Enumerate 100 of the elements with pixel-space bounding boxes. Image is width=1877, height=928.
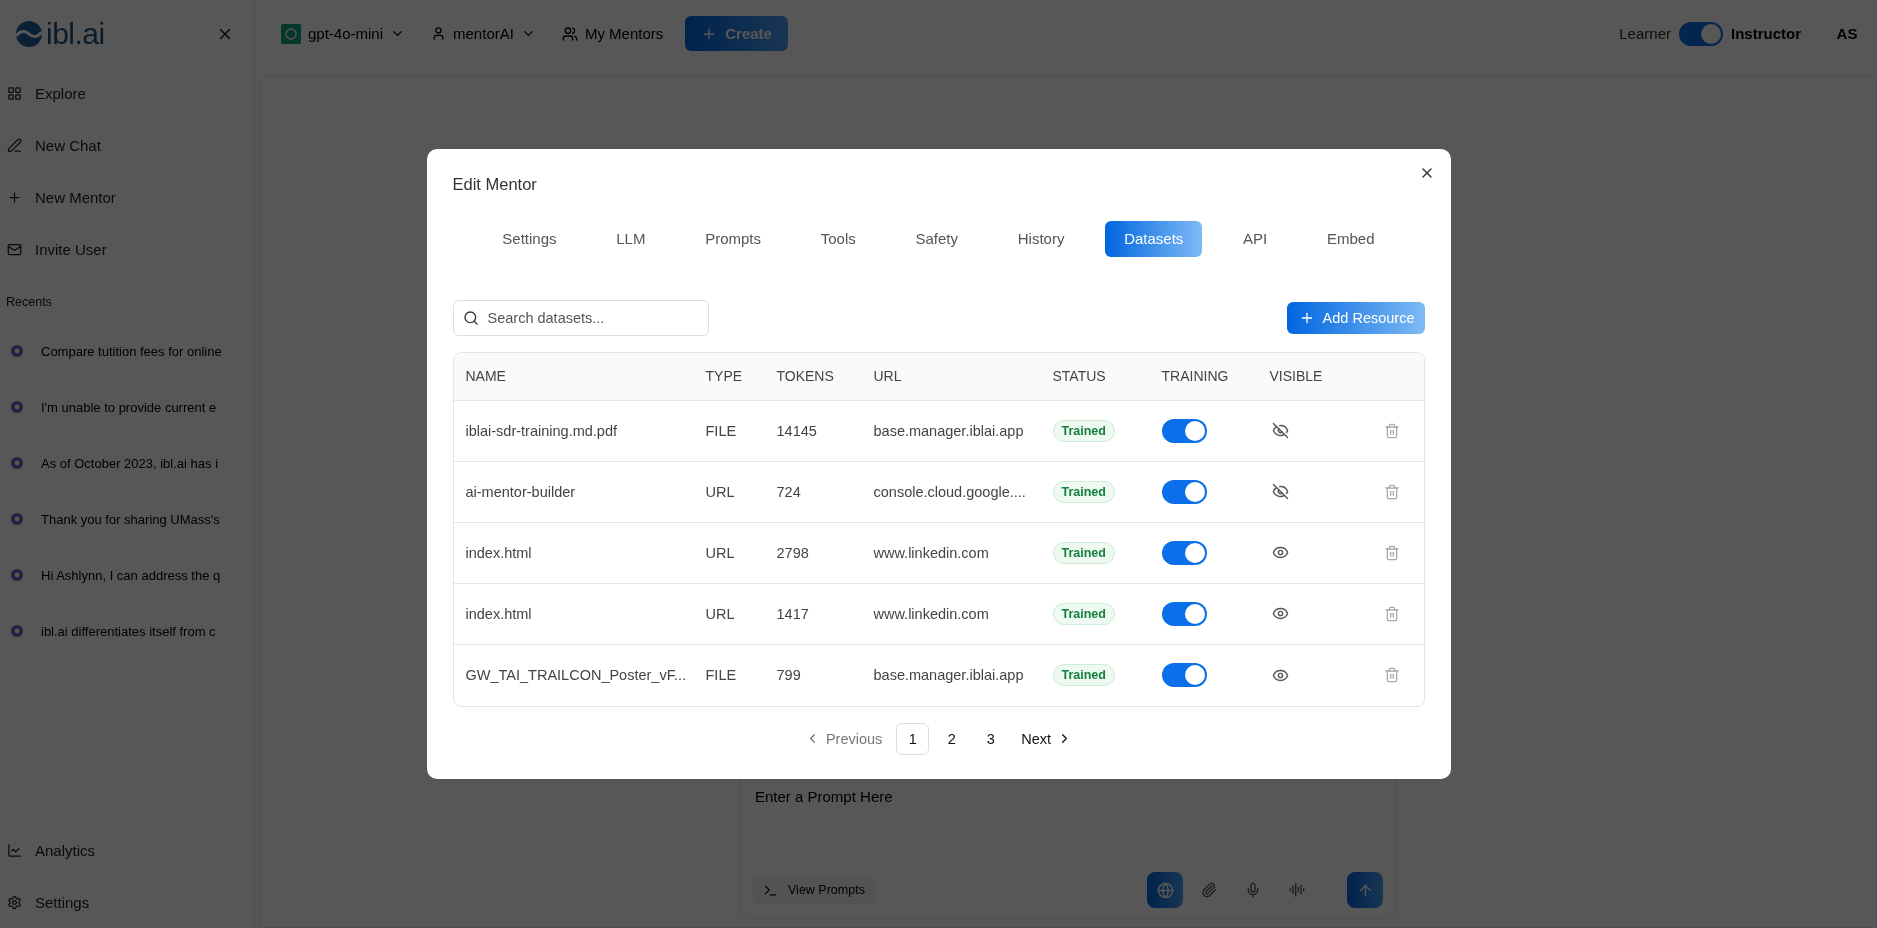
table-cell-text: ai-mentor-builder bbox=[464, 483, 577, 500]
next-page-link[interactable]: Next bbox=[1013, 724, 1081, 753]
delete-icon[interactable] bbox=[1383, 544, 1400, 561]
column-header: VISIBLE bbox=[1268, 368, 1324, 384]
status-badge: Trained bbox=[1052, 541, 1115, 564]
table-cell-text: GW_TAI_TRAILCON_Poster_vF... bbox=[464, 667, 687, 683]
line-chart-icon bbox=[7, 842, 22, 858]
logo-icon bbox=[14, 18, 44, 49]
table-cell-text: URL bbox=[704, 605, 736, 622]
chat-avatar-icon bbox=[10, 456, 24, 470]
recent-chat-item[interactable]: Hi Ashlynn, I can address the q bbox=[0, 547, 254, 603]
recent-chat-item[interactable]: Thank you for sharing UMass's bbox=[0, 491, 254, 547]
paperclip-icon bbox=[1201, 882, 1217, 898]
column-header: TYPE bbox=[704, 368, 744, 384]
settings-icon bbox=[7, 894, 22, 910]
sidebar-item[interactable]: Invite User bbox=[0, 223, 254, 275]
logo: ibl.ai bbox=[14, 16, 105, 51]
tab[interactable]: Safety bbox=[896, 220, 978, 257]
tab[interactable]: Prompts bbox=[686, 220, 781, 257]
status-badge: Trained bbox=[1052, 664, 1115, 686]
search-icon bbox=[462, 309, 479, 326]
table-cell-text: iblai-sdr-training.md.pdf bbox=[464, 422, 618, 439]
mentor-selector[interactable]: mentorAI bbox=[423, 19, 544, 48]
table-cell-text: www.linkedin.com bbox=[872, 544, 990, 561]
training-toggle[interactable] bbox=[1161, 418, 1207, 443]
previous-page-link[interactable]: Previous bbox=[796, 724, 891, 753]
status-badge: Trained bbox=[1052, 419, 1115, 442]
tab[interactable]: Datasets bbox=[1105, 220, 1203, 257]
plus-icon bbox=[7, 189, 22, 205]
recent-chat-item[interactable]: As of October 2023, ibl.ai has i bbox=[0, 435, 254, 491]
delete-icon[interactable] bbox=[1383, 483, 1400, 500]
tab[interactable]: LLM bbox=[597, 220, 665, 257]
training-toggle[interactable] bbox=[1161, 540, 1207, 565]
recent-chat-item[interactable]: ibl.ai differentiates itself from c bbox=[0, 603, 254, 659]
delete-icon[interactable] bbox=[1383, 422, 1400, 439]
terminal-icon bbox=[763, 882, 778, 898]
column-header: NAME bbox=[464, 368, 507, 384]
training-toggle[interactable] bbox=[1161, 601, 1207, 626]
table-cell-text: www.linkedin.com bbox=[872, 605, 990, 622]
sidebar-item[interactable]: New Chat bbox=[0, 119, 254, 171]
recent-chat-item[interactable]: I'm unable to provide current e bbox=[0, 379, 254, 435]
search-field[interactable]: Search datasets... bbox=[452, 299, 709, 336]
eye-off-icon[interactable] bbox=[1271, 483, 1289, 500]
users-icon bbox=[561, 25, 578, 42]
tab[interactable]: Tools bbox=[801, 220, 875, 257]
chat-avatar-icon bbox=[10, 400, 24, 414]
my-mentors-button[interactable]: My Mentors bbox=[553, 19, 672, 48]
eye-icon[interactable] bbox=[1271, 544, 1289, 561]
chat-avatar-icon bbox=[10, 624, 24, 638]
table-cell-text: FILE bbox=[704, 667, 738, 683]
send-button[interactable] bbox=[1347, 872, 1383, 908]
table-cell-text: 724 bbox=[775, 483, 802, 500]
table-cell-text: base.manager.iblai.app bbox=[872, 422, 1025, 439]
tab[interactable]: Settings bbox=[483, 220, 576, 257]
table-cell-text: console.cloud.google.... bbox=[872, 483, 1027, 500]
page-number[interactable]: 1 bbox=[896, 722, 930, 755]
status-badge: Trained bbox=[1052, 480, 1115, 503]
tab[interactable]: History bbox=[998, 220, 1084, 257]
tab[interactable]: API bbox=[1224, 220, 1287, 257]
pencil-icon bbox=[7, 137, 22, 153]
eye-icon[interactable] bbox=[1271, 605, 1289, 622]
chat-avatar-icon bbox=[10, 344, 24, 358]
chat-avatar-icon bbox=[10, 512, 24, 526]
table-cell-text: URL bbox=[704, 483, 736, 500]
table-cell-text: index.html bbox=[464, 605, 533, 622]
column-header: STATUS bbox=[1051, 368, 1107, 384]
column-header: URL bbox=[872, 368, 903, 384]
sidebar-item[interactable]: Explore bbox=[0, 67, 254, 119]
training-toggle[interactable] bbox=[1161, 479, 1207, 504]
sidebar-item[interactable]: New Mentor bbox=[0, 171, 254, 223]
instructor-label: Instructor bbox=[1731, 25, 1801, 42]
chat-avatar-icon bbox=[10, 568, 24, 582]
create-button[interactable]: Create bbox=[685, 16, 788, 51]
microphone-icon bbox=[1245, 882, 1261, 898]
recent-chat-item[interactable]: Compare tutition fees for online bbox=[0, 323, 254, 379]
model-icon bbox=[281, 23, 301, 44]
delete-icon[interactable] bbox=[1383, 605, 1400, 622]
status-badge: Trained bbox=[1052, 602, 1115, 625]
eye-off-icon[interactable] bbox=[1271, 422, 1289, 439]
waveform-icon bbox=[1289, 882, 1305, 898]
sidebar-item[interactable]: Settings bbox=[0, 876, 254, 928]
model-selector[interactable]: gpt-4o-mini bbox=[273, 17, 414, 50]
table-cell-text: 2798 bbox=[775, 544, 810, 561]
dialog-title: Edit Mentor bbox=[452, 174, 538, 194]
column-header: TRAINING bbox=[1160, 368, 1230, 384]
table-cell-text: 14145 bbox=[775, 422, 818, 439]
table-cell-text: index.html bbox=[464, 544, 533, 561]
prompt-field[interactable]: Enter a Prompt Here bbox=[753, 788, 1383, 805]
delete-icon[interactable] bbox=[1383, 667, 1400, 683]
training-toggle[interactable] bbox=[1161, 663, 1207, 687]
learner-label: Learner bbox=[1619, 25, 1671, 42]
grid-icon bbox=[7, 85, 22, 101]
sidebar-item[interactable]: Analytics bbox=[0, 824, 254, 876]
section-title: Recents bbox=[5, 294, 53, 311]
mode-toggle[interactable] bbox=[1679, 21, 1723, 46]
view-prompts-button[interactable]: View Prompts bbox=[753, 876, 875, 904]
globe-button[interactable] bbox=[1147, 872, 1183, 908]
add-resource-button[interactable]: Add Resource bbox=[1286, 301, 1425, 334]
tab[interactable]: Embed bbox=[1308, 220, 1394, 257]
table-cell-text: URL bbox=[704, 544, 736, 561]
